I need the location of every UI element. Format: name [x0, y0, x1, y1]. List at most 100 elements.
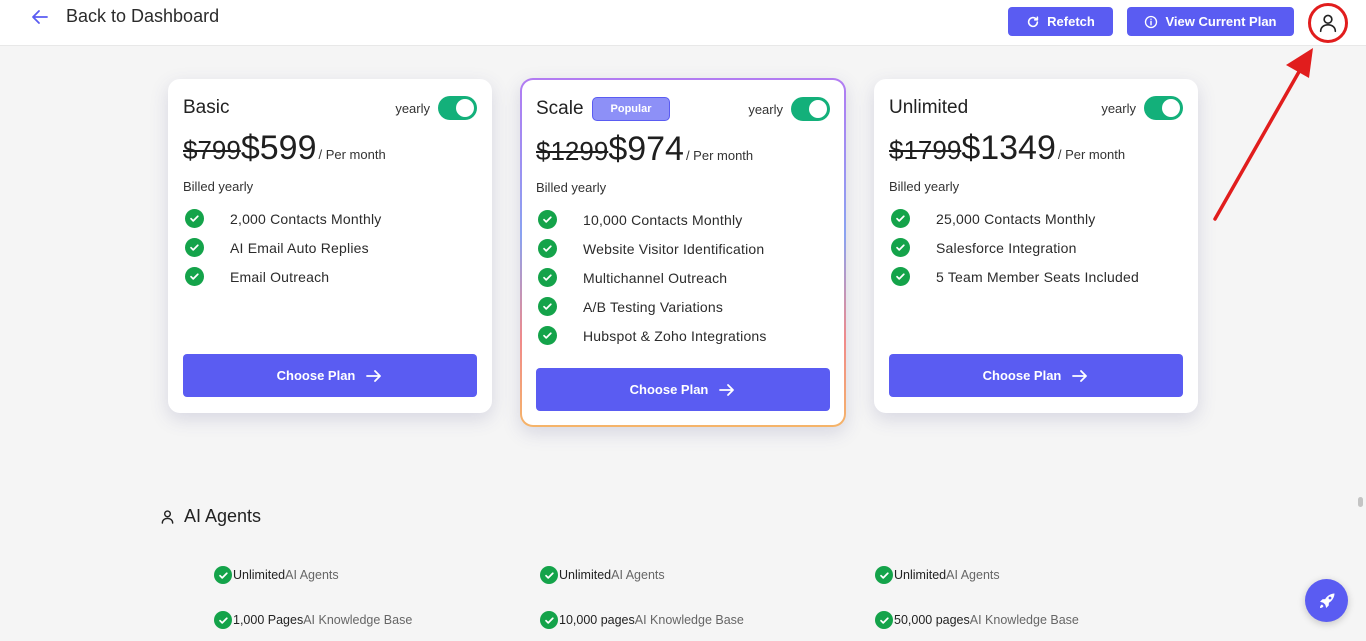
- billing-toggle[interactable]: [791, 97, 830, 121]
- agent-feature-item: 50,000 pages AI Knowledge Base: [875, 611, 1079, 629]
- check-circle-icon: [185, 209, 204, 228]
- feature-list: 2,000 Contacts Monthly AI Email Auto Rep…: [183, 204, 477, 291]
- back-label: Back to Dashboard: [66, 6, 220, 26]
- scrollbar-thumb[interactable]: [1358, 497, 1363, 507]
- feature-label: 25,000 Contacts Monthly: [936, 210, 1096, 227]
- feature-label: Website Visitor Identification: [583, 240, 765, 257]
- agent-feature-strong: 50,000 pages: [894, 613, 970, 627]
- check-circle-icon: [538, 268, 557, 287]
- feature-item: Multichannel Outreach: [536, 263, 830, 292]
- refetch-button[interactable]: Refetch: [1008, 7, 1113, 36]
- billing-toggle-label: yearly: [748, 101, 783, 117]
- check-circle-icon: [891, 267, 910, 286]
- annotation-arrow-icon: [1213, 48, 1313, 221]
- feature-item: 5 Team Member Seats Included: [889, 262, 1183, 291]
- billing-toggle-label: yearly: [1101, 100, 1136, 116]
- agent-feature-muted: AI Knowledge Base: [634, 613, 744, 627]
- choose-plan-label: Choose Plan: [276, 368, 356, 383]
- feature-item: AI Email Auto Replies: [183, 233, 477, 262]
- billing-toggle[interactable]: [438, 96, 477, 120]
- plan-name: Unlimited: [889, 97, 969, 118]
- feature-label: Salesforce Integration: [936, 239, 1077, 256]
- feature-list: 10,000 Contacts Monthly Website Visitor …: [536, 205, 830, 350]
- choose-plan-button[interactable]: Choose Plan: [889, 354, 1183, 397]
- plan-card-basic: Basic yearly $799 $599 / Per month Bille…: [168, 79, 492, 413]
- feature-item: 10,000 Contacts Monthly: [536, 205, 830, 234]
- agent-feature-muted: AI Agents: [611, 568, 665, 582]
- new-price: $974: [608, 130, 684, 168]
- new-price: $599: [240, 129, 317, 167]
- arrow-right-icon: [1072, 369, 1088, 382]
- info-icon: [1145, 15, 1158, 28]
- ai-agents-heading: AI Agents: [160, 506, 261, 527]
- billing-note: Billed yearly: [889, 179, 960, 194]
- feature-item: Salesforce Integration: [889, 233, 1183, 262]
- check-circle-icon: [875, 566, 893, 584]
- view-plan-label: View Current Plan: [1165, 14, 1277, 29]
- check-circle-icon: [185, 267, 204, 286]
- agent-feature-item: 1,000 Pages AI Knowledge Base: [214, 611, 412, 629]
- agent-feature-muted: AI Knowledge Base: [969, 613, 1079, 627]
- launcher-button[interactable]: [1305, 579, 1348, 622]
- agent-feature-item: Unlimited AI Agents: [875, 566, 1000, 584]
- feature-item: Hubspot & Zoho Integrations: [536, 321, 830, 350]
- check-circle-icon: [538, 210, 557, 229]
- billing-note: Billed yearly: [183, 179, 254, 194]
- feature-label: 2,000 Contacts Monthly: [230, 210, 382, 227]
- check-circle-icon: [538, 297, 557, 316]
- feature-list: 25,000 Contacts Monthly Salesforce Integ…: [889, 204, 1183, 291]
- price-period: / Per month: [685, 148, 754, 163]
- agent-feature-item: Unlimited AI Agents: [214, 566, 339, 584]
- feature-label: A/B Testing Variations: [583, 298, 724, 315]
- choose-plan-label: Choose Plan: [982, 368, 1062, 383]
- feature-item: Website Visitor Identification: [536, 234, 830, 263]
- plan-card-scale: Scale Popular yearly $1299 $974 / Per mo…: [520, 78, 846, 427]
- check-circle-icon: [538, 239, 557, 258]
- refresh-icon: [1028, 15, 1039, 27]
- choose-plan-button[interactable]: Choose Plan: [183, 354, 477, 397]
- billing-toggle-label: yearly: [395, 100, 430, 116]
- rocket-icon: [1319, 593, 1334, 608]
- feature-label: 5 Team Member Seats Included: [936, 268, 1140, 285]
- user-icon: [161, 510, 174, 524]
- arrow-left-icon: [32, 9, 48, 24]
- choose-plan-button[interactable]: Choose Plan: [536, 368, 830, 411]
- plan-card-unlimited: Unlimited yearly $1799 $1349 / Per month…: [874, 79, 1198, 413]
- popular-badge: Popular: [591, 97, 671, 121]
- arrow-right-icon: [366, 369, 382, 382]
- section-title: AI Agents: [184, 506, 262, 526]
- feature-item: 25,000 Contacts Monthly: [889, 204, 1183, 233]
- user-avatar-button[interactable]: [1308, 3, 1348, 43]
- agent-feature-muted: AI Agents: [285, 568, 339, 582]
- user-icon: [1319, 14, 1337, 33]
- agent-feature-strong: Unlimited: [233, 568, 286, 582]
- check-circle-icon: [540, 566, 558, 584]
- check-circle-icon: [214, 566, 232, 584]
- back-to-dashboard-link[interactable]: Back to Dashboard: [30, 6, 219, 27]
- check-circle-icon: [214, 611, 232, 629]
- arrow-right-icon: [719, 383, 735, 396]
- new-price: $1349: [961, 129, 1056, 167]
- old-price: $1299: [536, 136, 609, 166]
- top-bar: Back to Dashboard Refetch View Current P…: [0, 0, 1366, 46]
- agent-feature-muted: AI Knowledge Base: [303, 613, 413, 627]
- check-circle-icon: [538, 326, 557, 345]
- feature-item: Email Outreach: [183, 262, 477, 291]
- agent-feature-muted: AI Agents: [946, 568, 1000, 582]
- view-current-plan-button[interactable]: View Current Plan: [1127, 7, 1294, 36]
- price-period: / Per month: [1057, 147, 1126, 162]
- feature-label: Email Outreach: [230, 268, 330, 285]
- check-circle-icon: [185, 238, 204, 257]
- feature-item: A/B Testing Variations: [536, 292, 830, 321]
- feature-label: AI Email Auto Replies: [230, 239, 369, 256]
- feature-item: 2,000 Contacts Monthly: [183, 204, 477, 233]
- feature-label: Hubspot & Zoho Integrations: [583, 327, 767, 344]
- feature-label: 10,000 Contacts Monthly: [583, 211, 743, 228]
- refetch-label: Refetch: [1047, 14, 1095, 29]
- choose-plan-label: Choose Plan: [629, 382, 709, 397]
- check-circle-icon: [891, 209, 910, 228]
- billing-toggle[interactable]: [1144, 96, 1183, 120]
- price-period: / Per month: [318, 147, 386, 162]
- agent-feature-item: 10,000 pages AI Knowledge Base: [540, 611, 744, 629]
- old-price: $1799: [889, 135, 962, 165]
